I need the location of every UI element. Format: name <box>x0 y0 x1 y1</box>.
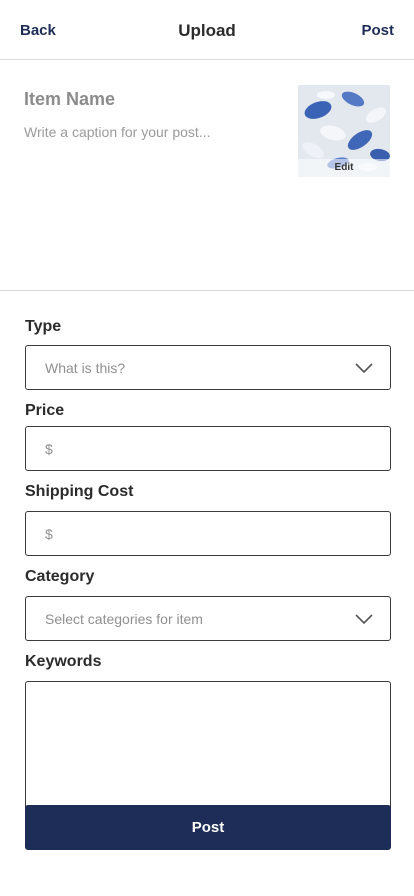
top-bar: Back Upload Post <box>0 0 414 60</box>
post-button[interactable]: Post <box>25 805 391 850</box>
keywords-label: Keywords <box>25 653 102 670</box>
thumbnail-edit-label[interactable]: Edit <box>298 159 390 177</box>
post-header-button[interactable]: Post <box>361 22 394 39</box>
chevron-down-icon <box>355 614 373 625</box>
compose-area: Item Name Write a caption for your post.… <box>0 60 414 291</box>
shipping-cost-label: Shipping Cost <box>25 483 134 500</box>
item-name-input[interactable]: Item Name <box>24 89 115 110</box>
price-input[interactable]: $ <box>25 426 391 471</box>
price-placeholder: $ <box>45 441 53 457</box>
keywords-textarea[interactable] <box>25 681 391 821</box>
item-thumbnail[interactable]: Edit <box>298 85 390 177</box>
type-placeholder: What is this? <box>45 360 126 376</box>
shipping-placeholder: $ <box>45 526 53 542</box>
chevron-down-icon <box>355 363 373 374</box>
type-label: Type <box>25 318 62 335</box>
category-placeholder: Select categories for item <box>45 611 203 627</box>
category-label: Category <box>25 568 95 585</box>
category-select[interactable]: Select categories for item <box>25 596 391 641</box>
type-select[interactable]: What is this? <box>25 345 391 390</box>
shipping-cost-input[interactable]: $ <box>25 511 391 556</box>
price-label: Price <box>25 402 65 419</box>
caption-input[interactable]: Write a caption for your post... <box>24 124 211 140</box>
page-title: Upload <box>178 21 236 40</box>
